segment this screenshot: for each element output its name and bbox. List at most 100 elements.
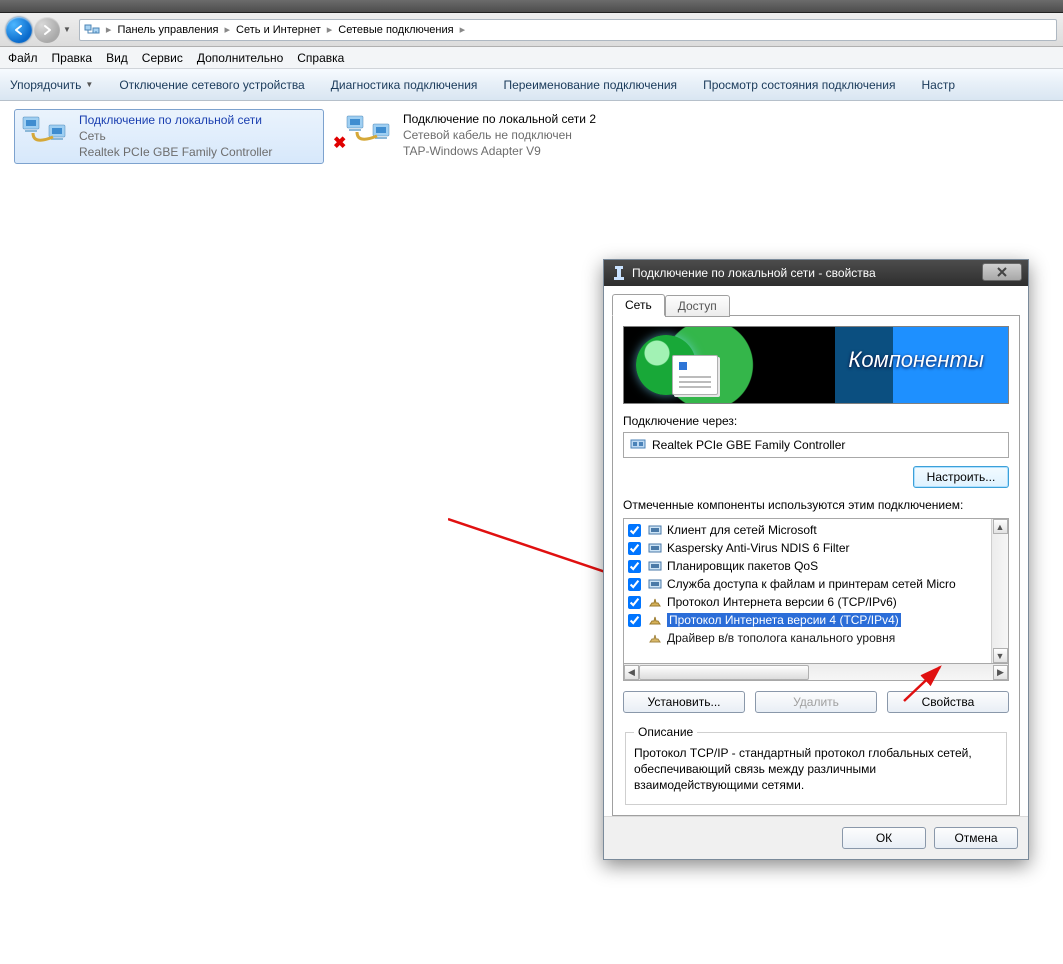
component-checkbox[interactable]: [628, 578, 641, 591]
components-banner: Компоненты: [623, 326, 1009, 404]
component-checkbox[interactable]: [628, 542, 641, 555]
banner-text: Компоненты: [848, 347, 984, 373]
breadcrumb-separator: ▸: [223, 23, 233, 36]
components-list[interactable]: Клиент для сетей Microsoft Kaspersky Ant…: [623, 518, 1009, 664]
breadcrumb-separator: ▸: [325, 23, 335, 36]
menu-edit[interactable]: Правка: [52, 51, 93, 65]
window-chrome-strip: [0, 0, 1063, 13]
connection-device: Realtek PCIe GBE Family Controller: [79, 144, 272, 160]
install-button[interactable]: Установить...: [623, 691, 745, 713]
scroll-thumb[interactable]: [639, 665, 809, 680]
breadcrumb-separator: ▸: [458, 23, 468, 36]
disable-device-button[interactable]: Отключение сетевого устройства: [119, 78, 304, 92]
dialog-titlebar[interactable]: Подключение по локальной сети - свойства: [604, 260, 1028, 286]
checklist-icon: [672, 355, 718, 395]
component-label: Протокол Интернета версии 4 (TCP/IPv4): [667, 613, 901, 627]
rename-button[interactable]: Переименование подключения: [503, 78, 677, 92]
components-label: Отмеченные компоненты используются этим …: [623, 498, 1009, 512]
connection-item-lan1[interactable]: Подключение по локальной сети Сеть Realt…: [14, 109, 324, 164]
component-buttons-row: Установить... Удалить Свойства: [623, 691, 1009, 713]
menu-help[interactable]: Справка: [297, 51, 344, 65]
dialog-tabs: Сеть Доступ: [612, 294, 1020, 316]
component-label: Клиент для сетей Microsoft: [667, 523, 817, 537]
component-label: Драйвер в/в тополога канального уровня: [667, 631, 895, 645]
scroll-down-icon[interactable]: ▼: [993, 648, 1008, 663]
component-checkbox[interactable]: [628, 560, 641, 573]
dialog-footer: ОК Отмена: [604, 816, 1028, 859]
list-item[interactable]: Клиент для сетей Microsoft: [624, 521, 991, 539]
menu-view[interactable]: Вид: [106, 51, 128, 65]
adapter-icon: [630, 436, 646, 455]
list-item[interactable]: Служба доступа к файлам и принтерам сете…: [624, 575, 991, 593]
connection-status: Сетевой кабель не подключен: [403, 127, 596, 143]
vertical-scrollbar[interactable]: ▲ ▼: [991, 519, 1008, 663]
component-checkbox[interactable]: [628, 596, 641, 609]
list-item-selected[interactable]: Протокол Интернета версии 4 (TCP/IPv4): [624, 611, 991, 629]
client-icon: [647, 522, 663, 538]
description-legend: Описание: [634, 725, 697, 739]
connection-title: Подключение по локальной сети: [79, 112, 272, 128]
connection-title: Подключение по локальной сети 2: [403, 111, 596, 127]
file-sharing-icon: [647, 576, 663, 592]
connect-via-label: Подключение через:: [623, 414, 1009, 428]
scroll-track[interactable]: [639, 665, 993, 680]
scroll-up-icon[interactable]: ▲: [993, 519, 1008, 534]
configure-button[interactable]: Настроить...: [913, 466, 1009, 488]
list-item[interactable]: Протокол Интернета версии 6 (TCP/IPv6): [624, 593, 991, 611]
filter-icon: [647, 540, 663, 556]
remove-button: Удалить: [755, 691, 877, 713]
breadcrumb-bar[interactable]: ▸ Панель управления ▸ Сеть и Интернет ▸ …: [79, 19, 1057, 41]
connection-status: Сеть: [79, 128, 272, 144]
dialog-title-text: Подключение по локальной сети - свойства: [632, 266, 876, 280]
tab-panel-network: Компоненты Подключение через: Realtek PC…: [612, 315, 1020, 816]
scroll-right-icon[interactable]: ▶: [993, 665, 1008, 680]
dialog-icon: [612, 266, 626, 280]
chevron-down-icon: ▼: [85, 80, 93, 89]
properties-button[interactable]: Свойства: [887, 691, 1009, 713]
breadcrumb-separator: ▸: [104, 23, 114, 36]
menu-service[interactable]: Сервис: [142, 51, 183, 65]
close-icon: [996, 267, 1008, 277]
dialog-close-button[interactable]: [982, 263, 1022, 281]
menu-file[interactable]: Файл: [8, 51, 38, 65]
list-item[interactable]: Планировщик пакетов QoS: [624, 557, 991, 575]
menu-advanced[interactable]: Дополнительно: [197, 51, 283, 65]
back-button[interactable]: [6, 17, 32, 43]
connection-text: Подключение по локальной сети 2 Сетевой …: [403, 111, 596, 160]
protocol-icon: [647, 612, 663, 628]
scroll-left-icon[interactable]: ◀: [624, 665, 639, 680]
menu-bar: Файл Правка Вид Сервис Дополнительно Спр…: [0, 47, 1063, 69]
list-item[interactable]: Драйвер в/в тополога канального уровня: [624, 629, 991, 647]
horizontal-scrollbar[interactable]: ◀ ▶: [623, 664, 1009, 681]
adapter-name: Realtek PCIe GBE Family Controller: [652, 438, 845, 452]
breadcrumb-network-connections[interactable]: Сетевые подключения: [334, 24, 457, 36]
driver-icon: [647, 630, 663, 646]
component-checkbox[interactable]: [628, 614, 641, 627]
history-dropdown-icon[interactable]: ▼: [63, 25, 71, 34]
list-item[interactable]: Kaspersky Anti-Virus NDIS 6 Filter: [624, 539, 991, 557]
breadcrumb-network-internet[interactable]: Сеть и Интернет: [232, 24, 325, 36]
cancel-button[interactable]: Отмена: [934, 827, 1018, 849]
connection-item-lan2[interactable]: ✖ Подключение по локальной сети 2 Сетево…: [345, 111, 655, 160]
qos-icon: [647, 558, 663, 574]
breadcrumb-control-panel[interactable]: Панель управления: [113, 24, 222, 36]
settings-button[interactable]: Настр: [922, 78, 956, 92]
tab-network[interactable]: Сеть: [612, 294, 665, 316]
components-list-body: Клиент для сетей Microsoft Kaspersky Ant…: [624, 519, 991, 663]
network-location-icon: [84, 22, 100, 38]
forward-button[interactable]: [34, 17, 60, 43]
properties-dialog: Подключение по локальной сети - свойства…: [603, 259, 1029, 860]
organize-button[interactable]: Упорядочить ▼: [10, 78, 93, 92]
network-adapter-icon: [21, 112, 69, 154]
diagnose-button[interactable]: Диагностика подключения: [331, 78, 478, 92]
component-label: Протокол Интернета версии 6 (TCP/IPv6): [667, 595, 897, 609]
navigation-bar: ▼ ▸ Панель управления ▸ Сеть и Интернет …: [0, 13, 1063, 47]
component-checkbox[interactable]: [628, 524, 641, 537]
view-status-button[interactable]: Просмотр состояния подключения: [703, 78, 895, 92]
description-group: Описание Протокол TCP/IP - стандартный п…: [625, 725, 1007, 805]
ok-button[interactable]: ОК: [842, 827, 926, 849]
tab-access[interactable]: Доступ: [665, 295, 730, 317]
connection-text: Подключение по локальной сети Сеть Realt…: [79, 112, 272, 161]
nav-buttons: ▼: [6, 17, 71, 43]
organize-label: Упорядочить: [10, 78, 81, 92]
